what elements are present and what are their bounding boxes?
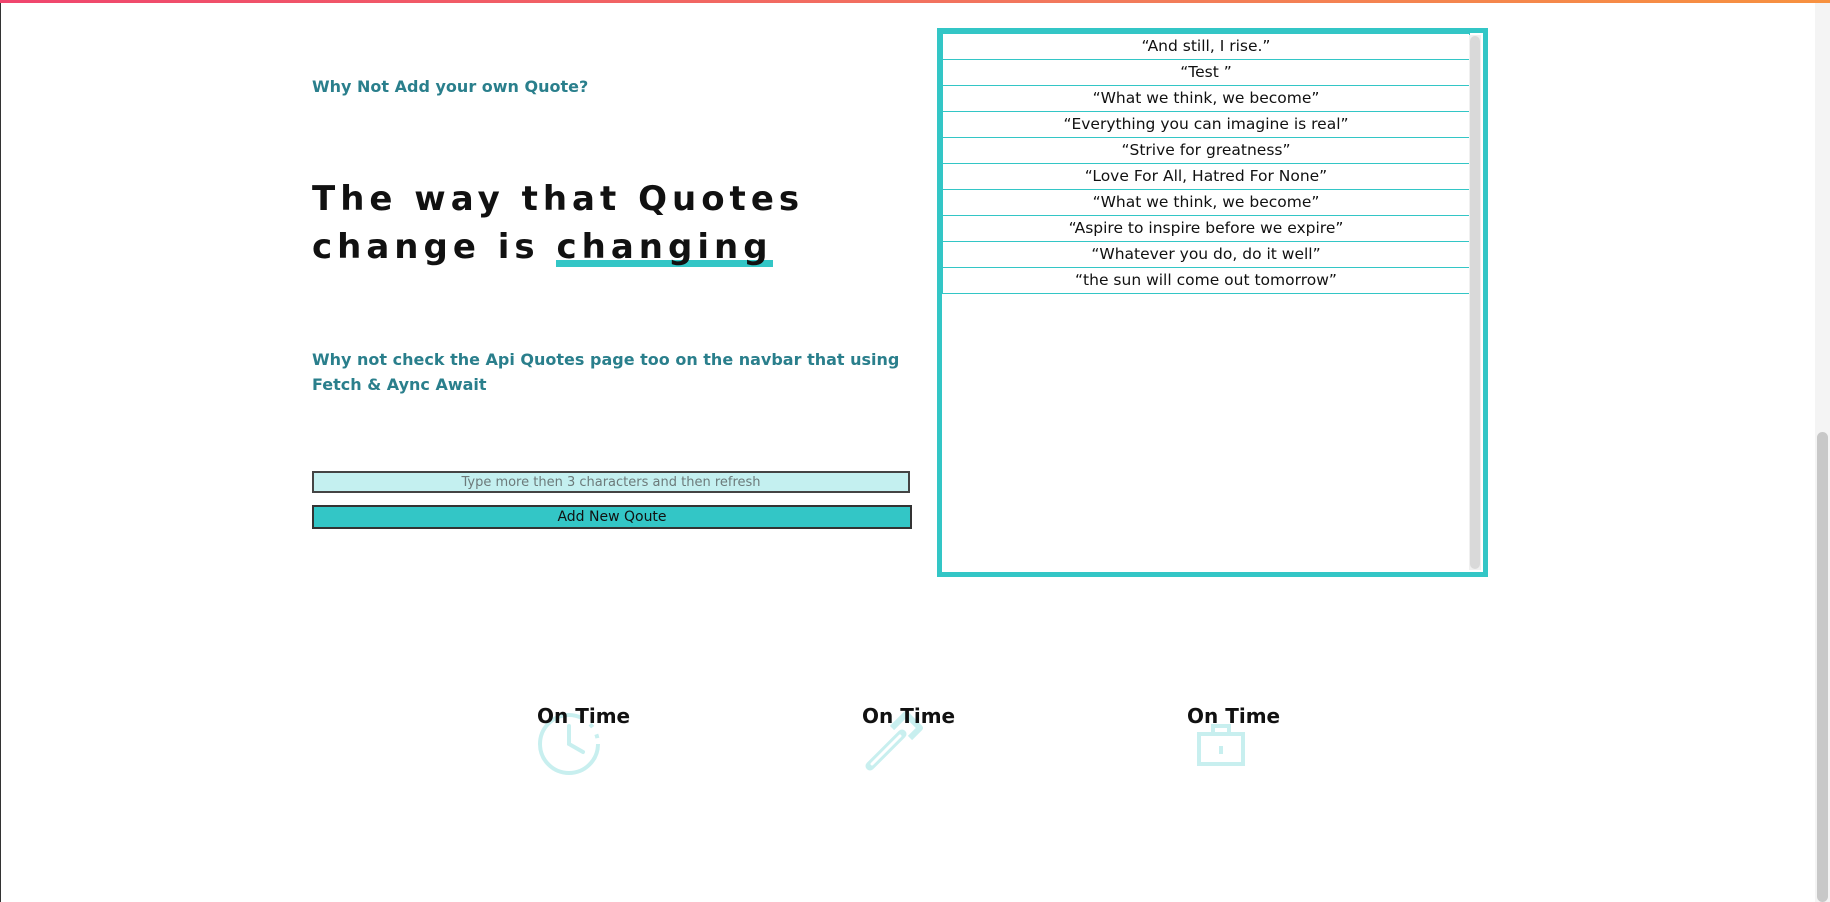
quote-list: “And still, I rise.” “Test ” “What we th… bbox=[942, 33, 1470, 294]
top-gradient-bar bbox=[0, 0, 1830, 3]
window-left-edge bbox=[0, 3, 1, 902]
feature-title: On Time bbox=[537, 704, 631, 728]
quote-item: “Strive for greatness” bbox=[942, 137, 1470, 164]
quote-item: “And still, I rise.” bbox=[942, 33, 1470, 60]
quote-input[interactable] bbox=[312, 471, 910, 493]
quote-list-scroll-thumb[interactable] bbox=[1470, 36, 1480, 569]
quote-item: “Test ” bbox=[942, 59, 1470, 86]
quote-item: “Everything you can imagine is real” bbox=[942, 111, 1470, 138]
feature-title: On Time bbox=[862, 704, 956, 728]
quote-item: “Whatever you do, do it well” bbox=[942, 241, 1470, 268]
feature-title: On Time bbox=[1187, 704, 1281, 728]
hero-title: The way that Quotes change is changing bbox=[312, 175, 922, 271]
quote-item: “Love For All, Hatred For None” bbox=[942, 163, 1470, 190]
add-quote-button[interactable]: Add New Qoute bbox=[312, 505, 912, 529]
quote-item: “Aspire to inspire before we expire” bbox=[942, 215, 1470, 242]
quote-list-scrollbar[interactable] bbox=[1469, 35, 1481, 570]
page-scroll-thumb[interactable] bbox=[1817, 432, 1828, 902]
api-note: Why not check the Api Quotes page too on… bbox=[312, 350, 900, 394]
intro-heading: Why Not Add your own Quote? bbox=[312, 77, 589, 96]
hero-title-highlight: changing bbox=[556, 227, 773, 267]
feature-card-3: On Time bbox=[1187, 704, 1337, 784]
quote-list-panel[interactable]: “And still, I rise.” “Test ” “What we th… bbox=[937, 28, 1488, 577]
feature-card-1: On Time bbox=[537, 704, 687, 784]
feature-card-2: On Time bbox=[862, 704, 1012, 784]
quote-item: “What we think, we become” bbox=[942, 189, 1470, 216]
quote-item: “the sun will come out tomorrow” bbox=[942, 267, 1470, 294]
quote-item: “What we think, we become” bbox=[942, 85, 1470, 112]
